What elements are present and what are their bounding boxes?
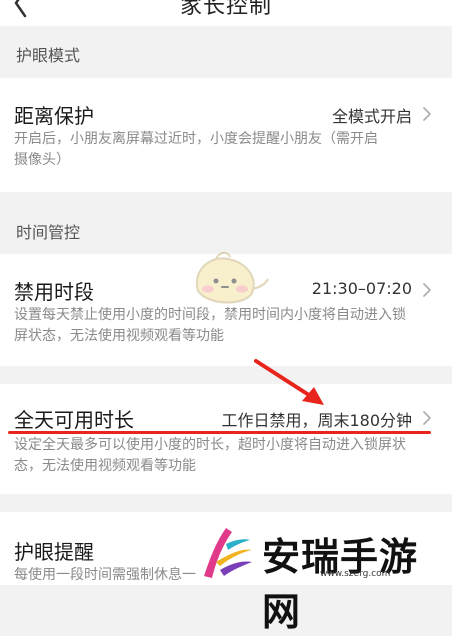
all-day-duration-value: 工作日禁用，周末180分钟 (221, 411, 412, 430)
site-watermark-url: www.szerg.com (320, 569, 391, 579)
forbidden-period-desc-line2: 屏状态，无法使用视频观看等功能 (14, 328, 224, 344)
all-day-duration-desc-line1: 设定全天最多可以使用小度的时长，超时小度将自动进入锁屏状 (14, 437, 406, 453)
section-label-eye-mode: 护眼模式 (16, 46, 81, 65)
distance-protection-title: 距离保护 (14, 104, 94, 128)
distance-protection-desc-line2: 摄像头） (14, 152, 70, 168)
all-day-duration-row[interactable]: 全天可用时长 工作日禁用，周末180分钟 设定全天最多可以使用小度的时长，超时小… (0, 384, 452, 494)
section-label-time-control: 时间管控 (16, 223, 81, 242)
all-day-duration-title: 全天可用时长 (14, 408, 134, 432)
annotation-arrow-icon (254, 359, 324, 405)
page-title: 家长控制 (179, 0, 272, 19)
distance-protection-value: 全模式开启 (331, 107, 412, 126)
all-day-duration-desc-line2: 态，无法使用视频观看等功能 (14, 458, 196, 474)
distance-protection-desc-line1: 开启后，小朋友离屏幕过近时，小度会提醒小朋友（需开启 (14, 131, 378, 147)
forbidden-period-value: 21:30–07:20 (311, 279, 412, 298)
distance-protection-row[interactable]: 距离保护 全模式开启 开启后，小朋友离屏幕过近时，小度会提醒小朋友（需开启 摄像… (0, 78, 452, 192)
chevron-right-icon (423, 411, 431, 425)
eye-care-reminder-title: 护眼提醒 (14, 540, 94, 564)
chevron-right-icon (423, 107, 431, 121)
chevron-right-icon (423, 283, 431, 297)
site-watermark-text: 安瑞手游网 (262, 534, 419, 634)
annotation-underline (8, 431, 431, 434)
forbidden-period-title: 禁用时段 (14, 280, 94, 304)
mascot-watermark-icon (195, 251, 269, 304)
site-logo-icon (204, 528, 252, 578)
top-bar: 家长控制 (0, 0, 452, 26)
